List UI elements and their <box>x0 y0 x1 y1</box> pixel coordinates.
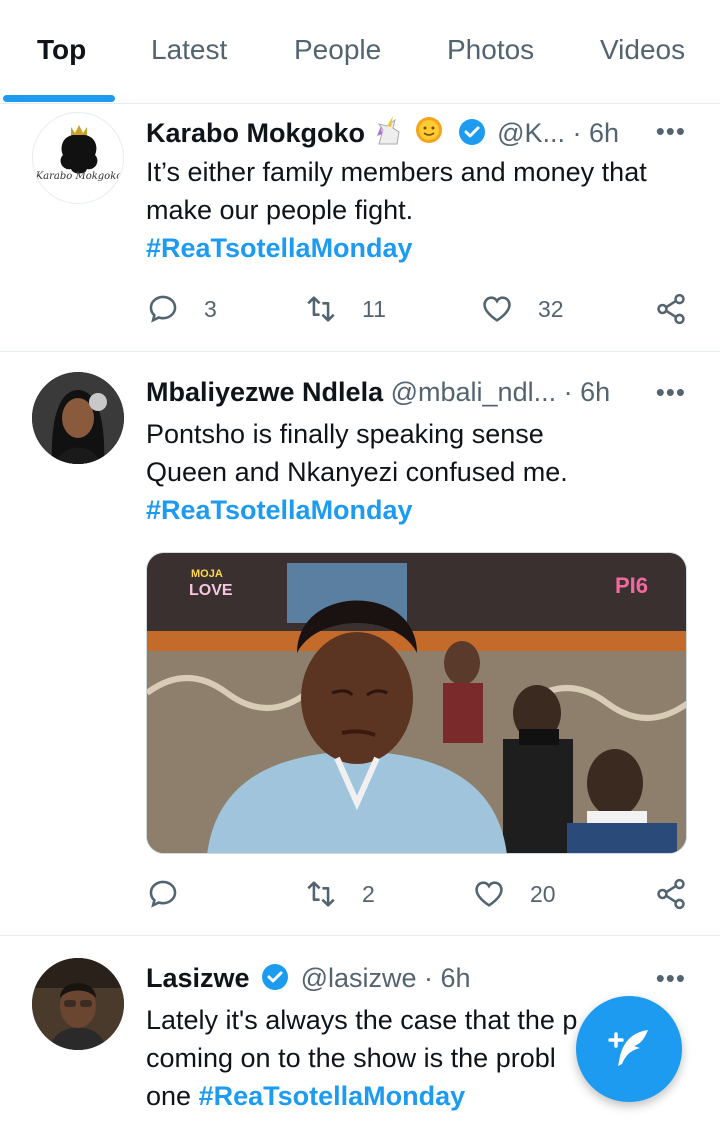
user-handle: @K... <box>497 118 566 148</box>
channel-logo-top: MOJA <box>191 568 223 580</box>
reply-icon <box>149 880 177 908</box>
tab-photos[interactable]: Photos <box>447 34 534 66</box>
share-button[interactable] <box>654 289 688 329</box>
more-options-icon[interactable]: ••• <box>656 375 686 409</box>
channel-logo-bottom: LOVE <box>189 582 233 599</box>
active-tab-indicator <box>3 95 115 102</box>
tweet[interactable]: Karabo Mokgoko Karabo Mokgoko @K... · 6h… <box>0 104 720 352</box>
tweet-time: · 6h <box>424 963 471 993</box>
heart-icon <box>483 296 511 322</box>
reply-button[interactable]: 3 <box>146 289 217 329</box>
retweet-button[interactable]: 2 <box>304 874 375 914</box>
tweet-text-line: one <box>146 1081 192 1111</box>
tweet-text-line: make our people fight. <box>146 195 414 225</box>
more-options-icon[interactable]: ••• <box>656 961 686 995</box>
verified-badge-icon <box>261 963 289 991</box>
avatar[interactable]: Karabo Mokgoko <box>32 112 124 204</box>
like-count: 20 <box>530 880 556 907</box>
reply-button[interactable] <box>146 874 204 914</box>
compose-tweet-button[interactable] <box>576 996 682 1102</box>
retweet-icon <box>307 296 335 322</box>
tab-latest[interactable]: Latest <box>151 34 227 66</box>
compose-tweet-icon <box>608 1030 648 1066</box>
avatar[interactable] <box>32 958 124 1050</box>
tab-videos[interactable]: Videos <box>600 34 685 66</box>
heart-icon <box>475 881 503 907</box>
like-button[interactable]: 32 <box>480 289 564 329</box>
tweet-header: Mbaliyezwe Ndlela @mbali_ndl... · 6h <box>146 375 700 409</box>
avatar[interactable] <box>32 372 124 464</box>
sun-with-face-icon <box>412 114 446 154</box>
tweet-media-image[interactable]: MOJA LOVE PI6 <box>146 552 687 854</box>
reply-count: 3 <box>204 295 217 322</box>
like-button[interactable]: 20 <box>472 874 556 914</box>
tweet-text: Pontsho is finally speaking sense Queen … <box>146 415 690 529</box>
tab-top[interactable]: Top <box>37 34 86 66</box>
tweet-text-line: Pontsho is finally speaking sense <box>146 419 544 449</box>
reply-icon <box>149 295 177 323</box>
verified-badge-icon <box>458 118 486 146</box>
share-icon <box>657 878 685 910</box>
retweet-button[interactable]: 11 <box>304 289 386 329</box>
tweet-text-line: It’s either family members and money tha… <box>146 157 647 187</box>
retweet-count: 2 <box>362 880 375 907</box>
hashtag-link[interactable]: #ReaTsotellaMonday <box>199 1081 466 1111</box>
like-count: 32 <box>538 295 564 322</box>
tweet-actions: 2 20 <box>146 874 691 914</box>
hashtag-link[interactable]: #ReaTsotellaMonday <box>146 491 690 529</box>
tweet-time: · 6h <box>563 377 611 407</box>
user-handle: @lasizwe <box>300 963 417 993</box>
retweet-icon <box>307 881 335 907</box>
tweet-text-line: Queen and Nkanyezi confused me. <box>146 457 568 487</box>
avatar-logo-text: Karabo Mokgoko <box>35 171 123 182</box>
tweet-actions: 3 11 32 <box>146 289 691 329</box>
tweet[interactable]: Mbaliyezwe Ndlela @mbali_ndl... · 6h •••… <box>0 352 720 936</box>
user-handle: @mbali_ndl... <box>390 377 557 407</box>
tweet-text: It’s either family members and money tha… <box>146 153 690 267</box>
tweet-header: Karabo Mokgoko @K... · 6h <box>146 114 700 148</box>
hashtag-link[interactable]: #ReaTsotellaMonday <box>146 229 690 267</box>
age-rating: PI6 <box>615 573 648 598</box>
tweet-header: Lasizwe @lasizwe · 6h <box>146 961 700 995</box>
display-name[interactable]: Lasizwe <box>146 963 250 993</box>
unicorn-icon <box>373 116 405 154</box>
tweet-time: · 6h <box>572 118 620 148</box>
share-icon <box>657 293 685 325</box>
more-options-icon[interactable]: ••• <box>656 114 686 148</box>
share-button[interactable] <box>654 874 688 914</box>
tab-people[interactable]: People <box>294 34 381 66</box>
retweet-count: 11 <box>362 295 386 322</box>
display-name[interactable]: Karabo Mokgoko <box>146 118 365 148</box>
search-tabs: Top Latest People Photos Videos <box>0 0 720 104</box>
display-name[interactable]: Mbaliyezwe Ndlela <box>146 377 383 407</box>
